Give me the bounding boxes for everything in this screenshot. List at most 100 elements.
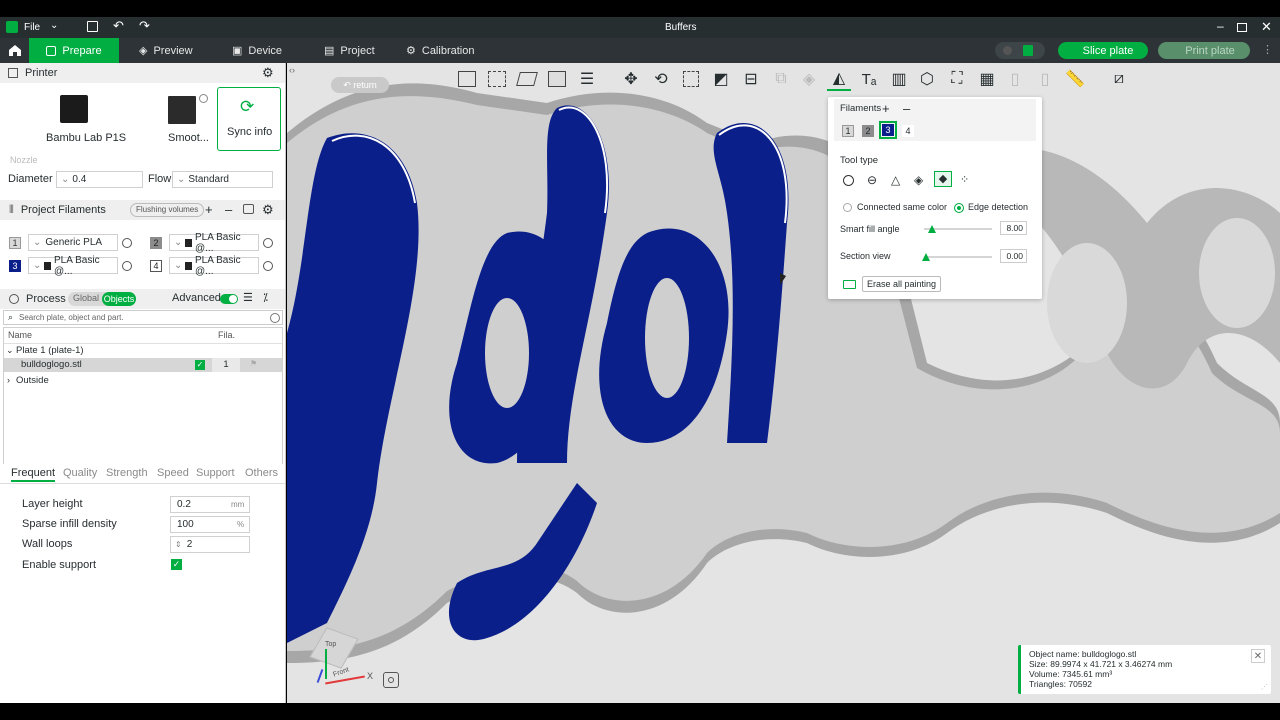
filament-3-swatch[interactable]: 3 xyxy=(9,260,21,272)
filament-settings-icon[interactable]: ⚙ xyxy=(262,202,274,218)
filament-2-swatch[interactable]: 2 xyxy=(150,237,162,249)
chevron-down-icon[interactable]: ⌄ xyxy=(50,20,58,31)
print-plate-button[interactable]: Print plate xyxy=(1158,42,1250,59)
object-search[interactable]: ⌕ Search plate, object and part. xyxy=(3,310,283,325)
filament-3-remove-icon[interactable] xyxy=(122,261,132,271)
sphere-brush-icon[interactable]: ⊖ xyxy=(867,173,877,187)
arrange-icon[interactable] xyxy=(545,67,569,91)
cut-icon[interactable]: ⊟ xyxy=(739,67,763,91)
assembly-icon[interactable]: ⛶ xyxy=(945,67,969,91)
emboss-icon[interactable]: ▯ xyxy=(1003,67,1027,91)
lay-on-face-icon[interactable]: ◩ xyxy=(709,67,733,91)
filament-4-select[interactable]: ⌄ PLA Basic @... xyxy=(169,255,259,277)
connected-radio[interactable] xyxy=(843,203,852,212)
plate-card[interactable]: Smoot... xyxy=(150,88,212,150)
tab-speed[interactable]: Speed xyxy=(157,467,189,479)
slice-plate-button[interactable]: Slice plate xyxy=(1058,42,1148,59)
ruler-icon[interactable]: 📏 xyxy=(1063,67,1087,91)
erase-all-button[interactable]: Erase all painting xyxy=(862,276,942,292)
visible-checkbox[interactable]: ✓ xyxy=(195,360,205,370)
view-options-icon[interactable]: ⧄ xyxy=(1107,67,1131,91)
info-icon[interactable] xyxy=(199,94,208,103)
tab-quality[interactable]: Quality xyxy=(63,467,97,479)
orient-icon[interactable] xyxy=(515,67,539,91)
plate-row[interactable]: Plate 1 (plate-1) xyxy=(16,345,84,356)
paint-filament-3[interactable]: 3 xyxy=(879,121,897,139)
tab-calibration[interactable]: ⚙ Calibration xyxy=(406,38,474,63)
add-paint-filament-icon[interactable]: + xyxy=(882,101,890,116)
move-icon[interactable]: ✥ xyxy=(619,67,643,91)
scale-icon[interactable] xyxy=(679,67,703,91)
wall-loops-input[interactable]: ⇕ 2 xyxy=(170,536,250,553)
spin-arrows-icon[interactable]: ⇕ xyxy=(175,541,182,549)
flow-select[interactable]: ⌄ Standard xyxy=(172,171,273,188)
tab-others[interactable]: Others xyxy=(245,467,278,479)
boolean-icon[interactable]: ⧉ xyxy=(769,67,793,91)
support-paint-icon[interactable]: ◈ xyxy=(797,67,821,91)
flushing-volumes-button[interactable]: Flushing volumes xyxy=(130,203,205,217)
percent-icon[interactable]: ⁒ xyxy=(263,291,268,304)
close-icon[interactable]: ✕ xyxy=(1261,19,1272,35)
object-fila[interactable]: 1 xyxy=(212,358,240,372)
section-view-slider[interactable] xyxy=(924,256,992,258)
variable-layer-icon[interactable]: ▦ xyxy=(975,67,999,91)
more-icon[interactable]: ⋮ xyxy=(1262,43,1273,56)
collapse-icon[interactable]: › xyxy=(7,375,10,385)
filament-4-swatch[interactable]: 4 xyxy=(150,260,162,272)
text-icon[interactable]: Tₐ xyxy=(857,67,881,91)
device-status-toggle[interactable] xyxy=(995,42,1045,59)
paint-filament-1[interactable]: 1 xyxy=(842,125,854,137)
tab-preview[interactable]: ◈ Preview xyxy=(139,38,193,63)
view-cube-top[interactable] xyxy=(309,627,359,669)
undo-icon[interactable]: ↶ xyxy=(113,18,124,34)
settings-gear-icon[interactable]: ⚙ xyxy=(262,65,274,81)
tab-prepare[interactable]: Prepare xyxy=(29,38,119,63)
save-icon[interactable] xyxy=(87,21,98,32)
color-paint-icon[interactable]: ◭ xyxy=(827,67,851,91)
expand-icon[interactable]: ⌄ xyxy=(6,345,14,356)
list-icon[interactable]: ☰ xyxy=(243,291,253,304)
remove-filament-icon[interactable]: – xyxy=(225,202,232,217)
tab-project[interactable]: ▤ Project xyxy=(324,38,375,63)
remove-paint-filament-icon[interactable]: – xyxy=(903,101,910,116)
height-range-icon[interactable]: ◈ xyxy=(914,173,923,187)
filament-1-swatch[interactable]: 1 xyxy=(9,237,21,249)
home-button[interactable] xyxy=(0,38,29,63)
layer-height-input[interactable]: 0.2 mm xyxy=(170,496,250,513)
maximize-icon[interactable] xyxy=(1237,23,1247,32)
triangle-brush-icon[interactable]: △ xyxy=(891,173,900,187)
outside-row[interactable]: Outside xyxy=(16,375,49,386)
section-view-thumb[interactable] xyxy=(922,253,930,261)
tab-device[interactable]: ▣ Device xyxy=(232,38,282,63)
section-view-input[interactable]: 0.00 xyxy=(1000,249,1027,263)
file-menu[interactable]: File xyxy=(24,22,40,33)
filament-1-remove-icon[interactable] xyxy=(122,238,132,248)
enable-support-checkbox[interactable]: ✓ xyxy=(171,559,182,570)
paint-filament-2[interactable]: 2 xyxy=(862,125,874,137)
svg-icon[interactable]: ▯ xyxy=(1033,67,1057,91)
smart-fill-input[interactable]: 8.00 xyxy=(1000,221,1027,235)
search-input[interactable]: Search plate, object and part. xyxy=(19,313,124,322)
clear-search-icon[interactable] xyxy=(270,313,280,323)
infill-density-input[interactable]: 100 % xyxy=(170,516,250,533)
split-layers-icon[interactable]: ☰ xyxy=(575,67,599,91)
camera-reset-icon[interactable] xyxy=(383,672,399,688)
tab-frequent[interactable]: Frequent xyxy=(11,467,56,482)
filament-3-select[interactable]: ⌄ PLA Basic @... xyxy=(28,255,118,277)
gap-fill-icon[interactable]: ⁘ xyxy=(960,173,969,186)
tab-support[interactable]: Support xyxy=(196,467,235,479)
circle-brush-icon[interactable] xyxy=(843,175,854,186)
add-filament-icon[interactable]: + xyxy=(205,202,213,217)
filament-4-remove-icon[interactable] xyxy=(263,261,273,271)
printer-card[interactable]: Bambu Lab P1S xyxy=(8,88,147,150)
fill-bucket-icon[interactable]: ◆ xyxy=(934,171,952,187)
left-panel-collapse-icon[interactable]: ‹› xyxy=(289,65,295,75)
rotate-icon[interactable]: ⟲ xyxy=(649,67,673,91)
advanced-toggle[interactable] xyxy=(220,294,238,304)
minimize-icon[interactable]: – xyxy=(1217,19,1224,33)
diameter-select[interactable]: ⌄ 0.4 xyxy=(56,171,143,188)
return-button[interactable]: ↶ return xyxy=(331,77,389,93)
redo-icon[interactable]: ↷ xyxy=(139,18,150,34)
add-object-icon[interactable] xyxy=(455,67,479,91)
measure-3d-icon[interactable]: ⬡ xyxy=(915,67,939,91)
